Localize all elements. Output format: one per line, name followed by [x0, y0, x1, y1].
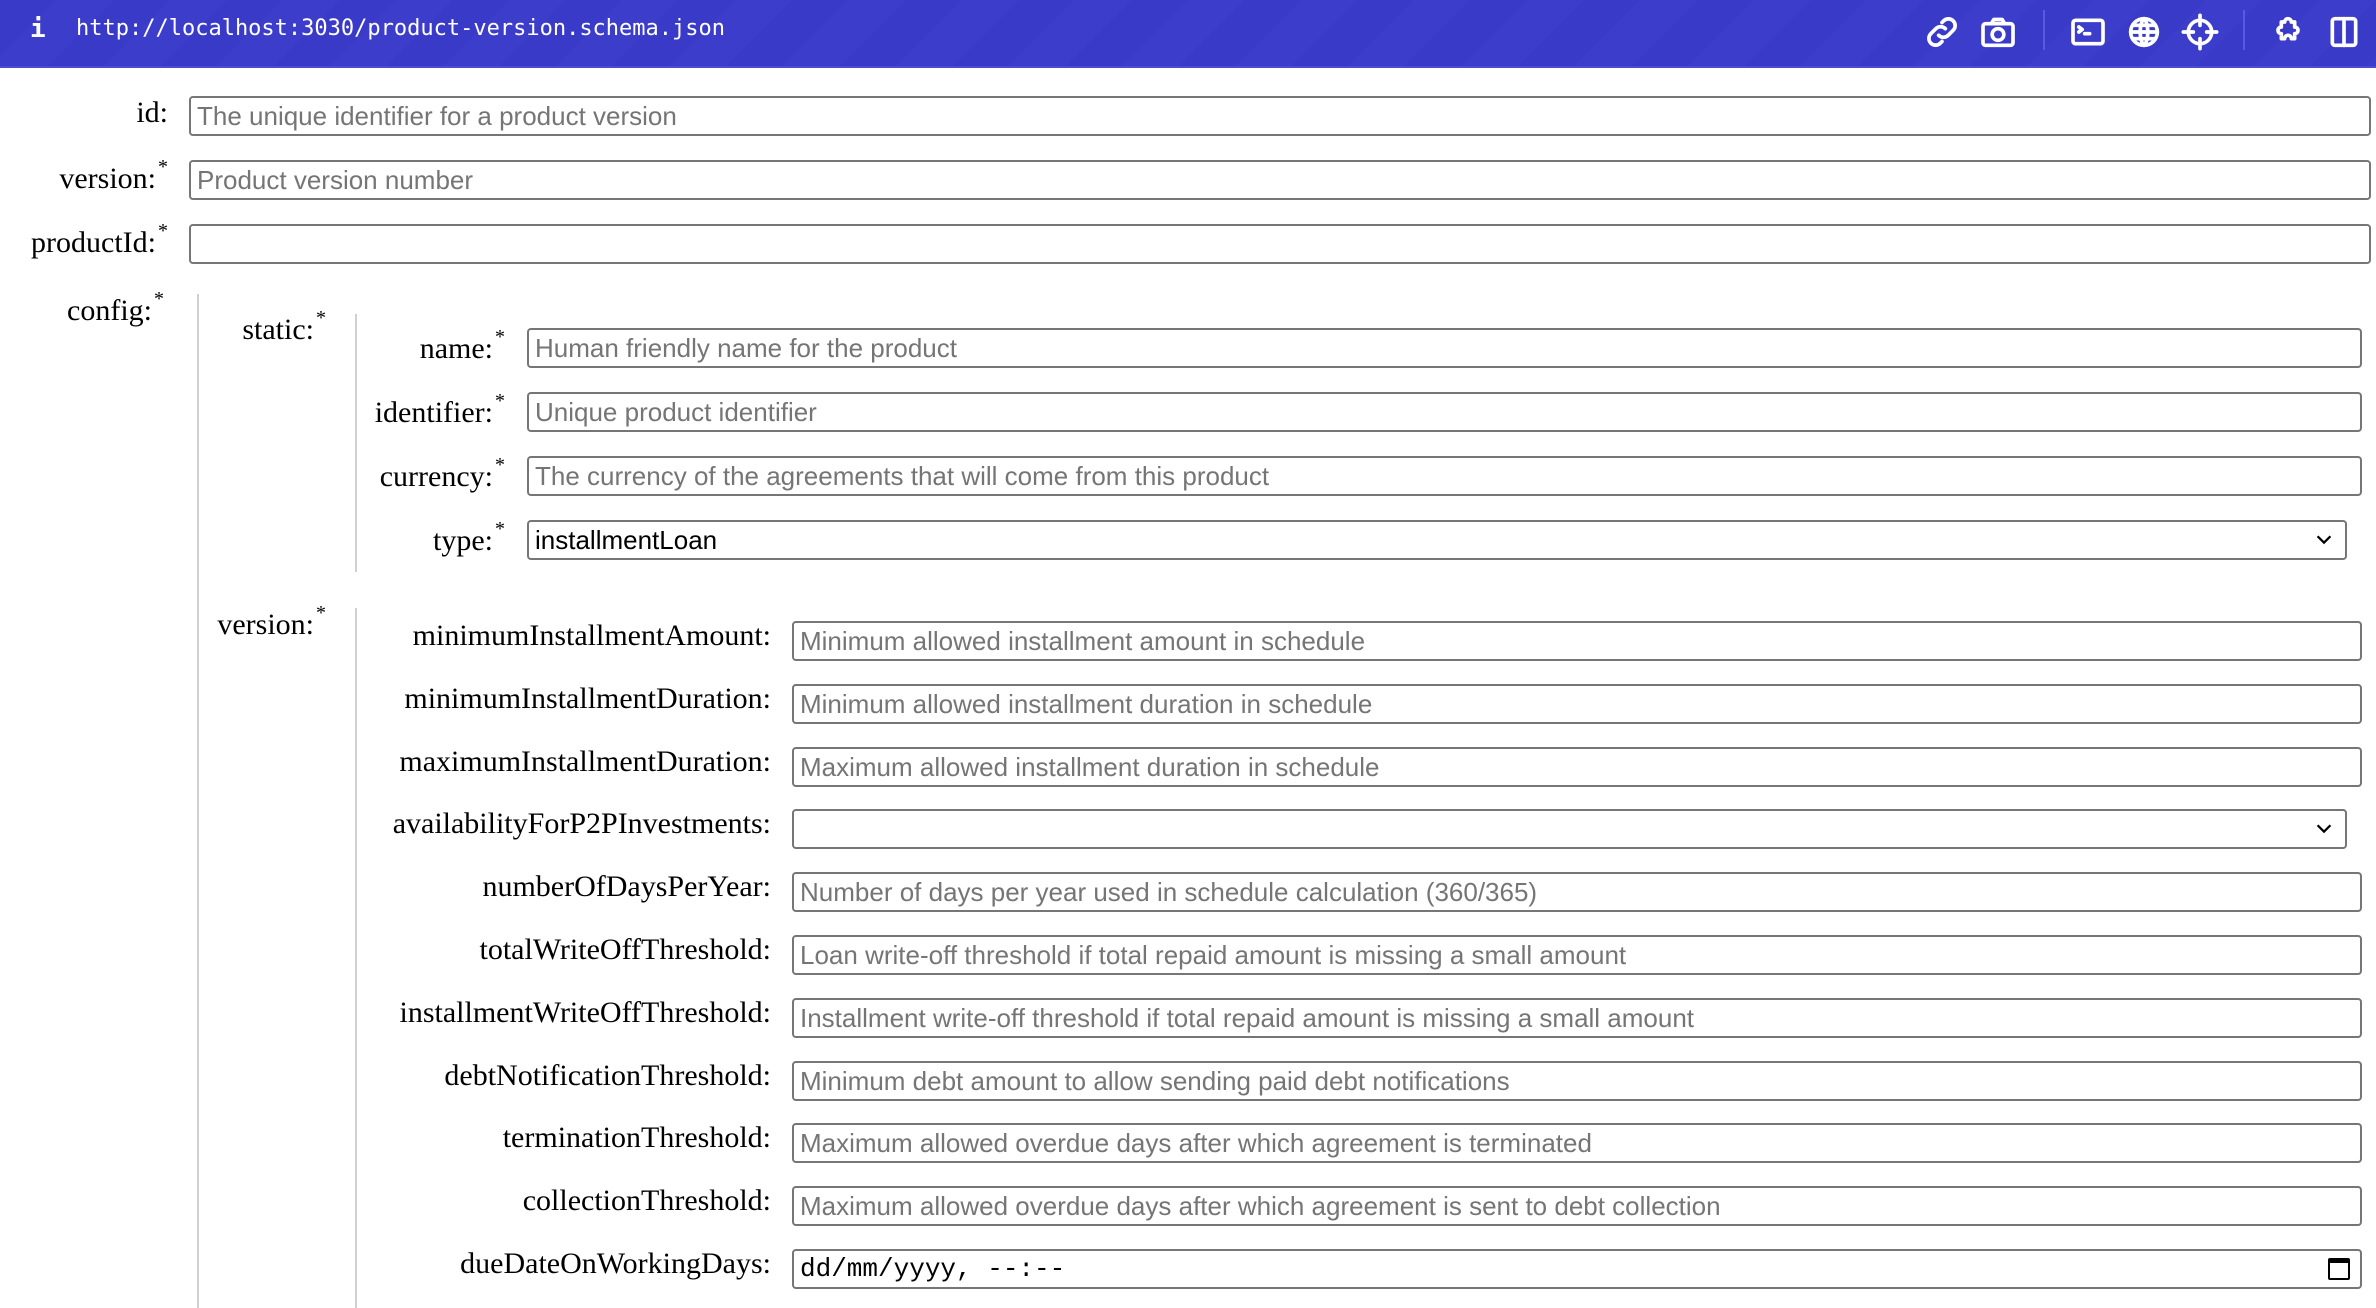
number-of-days-per-year-label: numberOfDaysPerYear:	[482, 870, 771, 904]
collection-threshold-label: collectionThreshold:	[522, 1184, 771, 1218]
placeholder-text: Maximum allowed overdue days after which…	[800, 1128, 1592, 1159]
version-label: version: *	[59, 156, 168, 195]
due-date-on-working-days-label: dueDateOnWorkingDays:	[460, 1247, 771, 1280]
collection-threshold-input[interactable]: Maximum allowed overdue days after which…	[792, 1186, 2362, 1227]
camera-icon[interactable]	[1978, 12, 2018, 52]
placeholder-text: Installment write-off threshold if total…	[800, 1002, 1695, 1033]
placeholder-text: Minimum debt amount to allow sending pai…	[800, 1065, 1510, 1096]
crosshair-icon[interactable]	[2180, 12, 2220, 52]
currency-label: currency: *	[379, 454, 505, 493]
placeholder-text: The unique identifier for a product vers…	[197, 101, 677, 131]
maximum-installment-duration-label: maximumInstallmentDuration:	[399, 744, 771, 778]
placeholder-text: Minimum allowed installment duration in …	[800, 688, 1373, 719]
info-icon[interactable]: i	[30, 14, 46, 44]
name-label: name: *	[419, 326, 505, 365]
chevron-down-icon	[2316, 824, 2332, 834]
installment-write-off-threshold-input[interactable]: Installment write-off threshold if total…	[792, 997, 2362, 1038]
name-input[interactable]: Human friendly name for the product	[527, 328, 2362, 368]
puzzle-icon[interactable]	[2268, 12, 2308, 52]
availability-for-p2-pinvestments-select[interactable]	[792, 809, 2347, 850]
calendar-icon[interactable]	[2328, 1258, 2350, 1280]
selected-value: installmentLoan	[535, 525, 718, 555]
placeholder-text: Unique product identifier	[535, 397, 817, 427]
placeholder-text: The currency of the agreements that will…	[535, 461, 1270, 491]
availability-for-p2-pinvestments-label: availabilityForP2PInvestments:	[392, 807, 771, 841]
minimum-installment-amount-input[interactable]: Minimum allowed installment amount in sc…	[792, 621, 2362, 661]
placeholder-text: Human friendly name for the product	[535, 333, 957, 363]
browser-toolbar: i http://localhost:3030/product-version.…	[0, 0, 2376, 68]
id-input[interactable]: The unique identifier for a product vers…	[189, 96, 2371, 136]
product-id-input[interactable]	[189, 224, 2371, 264]
toolbar-divider	[2043, 10, 2045, 50]
total-write-off-threshold-input[interactable]: Loan write-off threshold if total repaid…	[792, 935, 2362, 975]
maximum-installment-duration-input[interactable]: Maximum allowed installment duration in …	[792, 746, 2362, 787]
placeholder-text: Maximum allowed overdue days after which…	[800, 1191, 1721, 1222]
minimum-installment-duration-label: minimumInstallmentDuration:	[404, 681, 771, 715]
datetime-placeholder: dd/mm/yyyy, --:--	[800, 1254, 1066, 1284]
config-label: config: *	[67, 288, 164, 327]
chevron-down-icon	[2316, 535, 2332, 545]
installment-write-off-threshold-label: installmentWriteOffThreshold:	[399, 995, 771, 1029]
static-group-border	[355, 314, 357, 572]
static-label: static: *	[242, 307, 326, 346]
placeholder-text: Maximum allowed installment duration in …	[800, 751, 1380, 782]
identifier-input[interactable]: Unique product identifier	[527, 392, 2362, 432]
globe-icon[interactable]	[2124, 12, 2164, 52]
termination-threshold-label: terminationThreshold:	[502, 1121, 771, 1155]
version-input[interactable]: Product version number	[189, 160, 2371, 200]
version-group-border	[355, 608, 357, 1308]
url-text[interactable]: http://localhost:3030/product-version.sc…	[76, 16, 725, 41]
currency-input[interactable]: The currency of the agreements that will…	[527, 456, 2362, 496]
product-id-label: productId: *	[31, 220, 168, 259]
identifier-label: identifier: *	[374, 390, 505, 429]
toolbar-divider	[2243, 10, 2245, 50]
number-of-days-per-year-input[interactable]: Number of days per year used in schedule…	[792, 872, 2362, 913]
id-label: id:	[136, 96, 168, 129]
placeholder-text: Loan write-off threshold if total repaid…	[800, 940, 1627, 970]
placeholder-text: Product version number	[197, 165, 474, 195]
link-icon[interactable]	[1922, 12, 1962, 52]
placeholder-text: Number of days per year used in schedule…	[800, 877, 1538, 908]
minimum-installment-amount-label: minimumInstallmentAmount:	[412, 619, 771, 652]
termination-threshold-input[interactable]: Maximum allowed overdue days after which…	[792, 1123, 2362, 1164]
due-date-on-working-days-datetime-input[interactable]: dd/mm/yyyy, --:--	[792, 1249, 2362, 1289]
terminal-icon[interactable]	[2068, 12, 2108, 52]
total-write-off-threshold-label: totalWriteOffThreshold:	[479, 933, 772, 966]
minimum-installment-duration-input[interactable]: Minimum allowed installment duration in …	[792, 683, 2362, 724]
split-view-icon[interactable]	[2324, 12, 2364, 52]
config-group-border	[197, 294, 199, 1308]
debt-notification-threshold-input[interactable]: Minimum debt amount to allow sending pai…	[792, 1060, 2362, 1101]
debt-notification-threshold-label: debtNotificationThreshold:	[444, 1058, 771, 1092]
type-select[interactable]: installmentLoan	[527, 520, 2347, 560]
type-label: type: *	[433, 518, 505, 557]
placeholder-text: Minimum allowed installment amount in sc…	[800, 626, 1366, 656]
version-group-label: version: *	[217, 602, 326, 641]
